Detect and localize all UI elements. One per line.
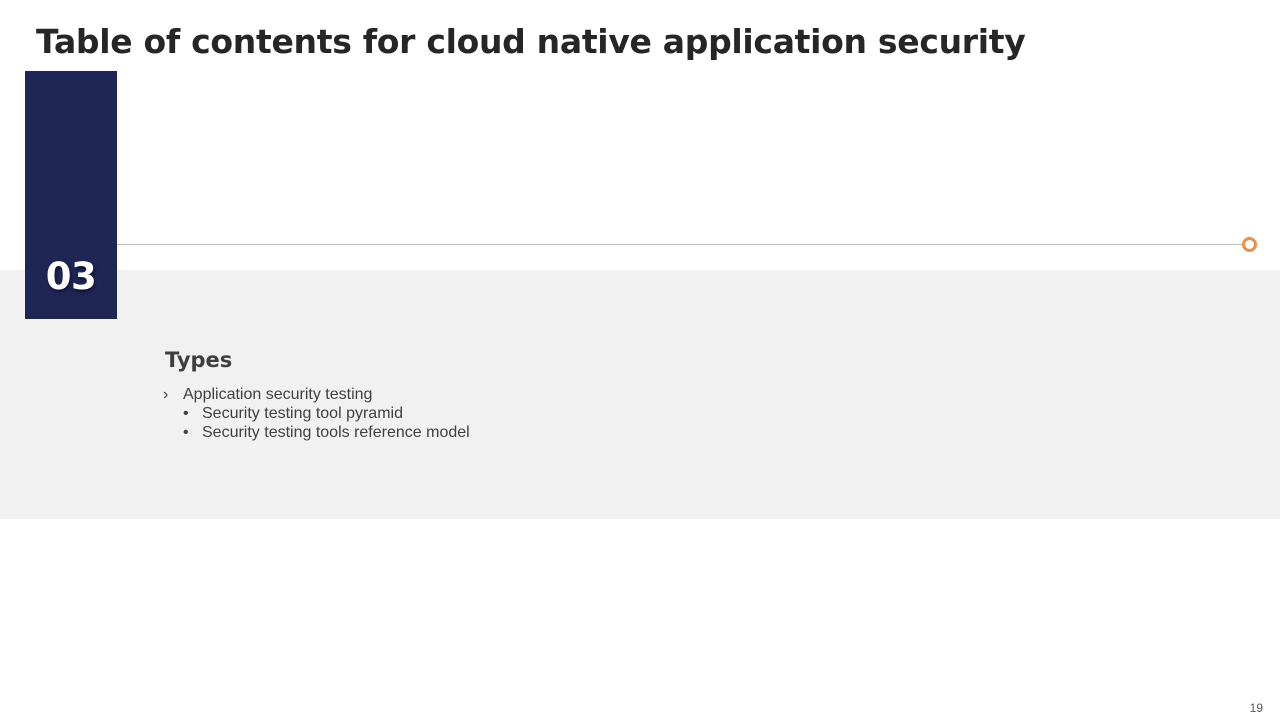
page-number: 19: [1249, 701, 1263, 715]
timeline-line: [117, 244, 1243, 245]
section-heading: Types: [165, 348, 233, 372]
slide-title: Table of contents for cloud native appli…: [36, 22, 1026, 61]
bullet-icon: •: [183, 424, 189, 441]
toc-list: › Application security testing • Security …: [163, 385, 470, 442]
bullet-icon: •: [183, 405, 189, 422]
toc-item-label: Application security testing: [183, 386, 373, 403]
toc-item-application-security-testing: › Application security testing: [163, 385, 470, 404]
toc-subitem-label: Security testing tools reference model: [202, 424, 470, 441]
toc-subitem-label: Security testing tool pyramid: [202, 405, 403, 422]
chevron-right-icon: ›: [163, 386, 169, 403]
toc-subitem-tool-pyramid: • Security testing tool pyramid: [163, 404, 470, 423]
section-number-box: 03: [25, 71, 117, 319]
ring-dot-icon: [1242, 237, 1257, 252]
section-number: 03: [45, 255, 97, 298]
toc-subitem-reference-model: • Security testing tools reference model: [163, 423, 470, 442]
